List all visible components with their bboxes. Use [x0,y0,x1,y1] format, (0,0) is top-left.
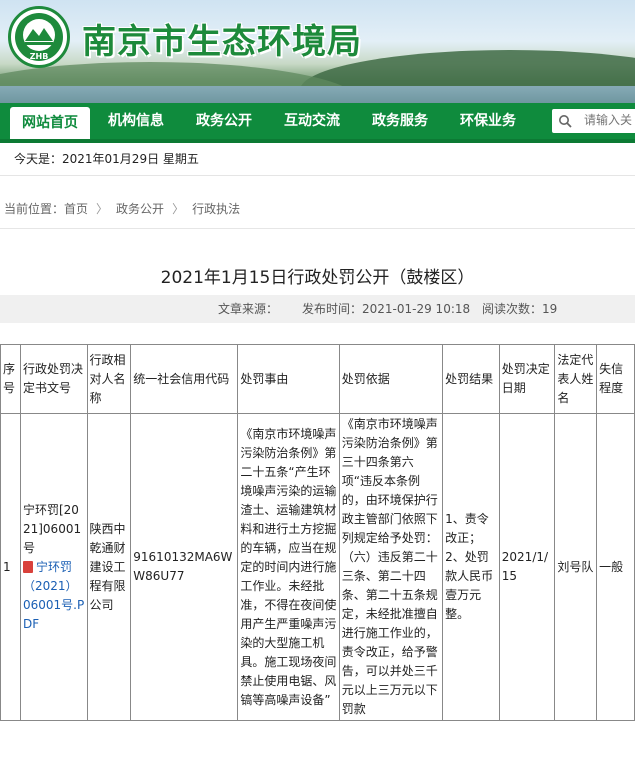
row-index: 1 [0,413,21,721]
pdf-link[interactable]: 宁环罚（2021）06001号.PDF [22,558,85,634]
credit-code: 91610132MA6WW86U77 [130,413,239,721]
article-view-count: 阅读次数：19 [482,302,558,316]
breadcrumb-item-home[interactable]: 首页 [64,200,88,217]
table-row: 1 宁环罚[2021]06001号 宁环罚（2021）06001号.PDF 陕西… [0,413,635,721]
logo-text: ZHB [30,52,49,61]
legal-representative: 刘号队 [554,413,598,721]
breadcrumb-separator: 〉 [172,202,185,216]
doc-number: 宁环罚[2021]06001号 [22,502,82,555]
table-header-cell: 失信程度 [596,344,635,414]
nav-item-gov-affairs[interactable]: 政务公开 [196,103,252,139]
table-header-cell: 行政相对人名称 [86,344,132,414]
penalty-table: 序号 行政处罚决定书文号 行政相对人名称 统一社会信用代码 处罚事由 处罚依据 … [0,344,635,721]
penalty-result: 1、责令改正；2、处罚款人民币壹万元整。 [442,413,500,721]
search-icon[interactable] [558,114,572,128]
table-header-cell: 行政处罚决定书文号 [19,344,88,414]
breadcrumb-label: 当前位置： [4,202,65,216]
decision-date: 2021/1/15 [498,413,556,721]
table-header-cell: 法定代表人姓名 [554,344,598,414]
article-title: 2021年1月15日行政处罚公开（鼓楼区） [160,268,475,288]
search-box [552,109,635,133]
severity: 一般 [596,413,635,721]
logo-emblem-icon: ZHB [15,13,63,61]
nav-item-env-business[interactable]: 环保业务 [460,103,516,139]
nav-item-home[interactable]: 网站首页 [10,107,90,139]
party-name: 陕西中乾通财建设工程有限公司 [86,413,132,721]
site-logo[interactable]: ZHB [8,6,70,68]
penalty-reason: 《南京市环境噪声污染防治条例》第二十五条“产生环境噪声污染的运输渣土、运输建筑材… [237,413,340,721]
table-header-cell: 处罚决定日期 [498,344,556,414]
nav-item-org-info[interactable]: 机构信息 [108,103,164,139]
penalty-basis: 《南京市环境噪声污染防治条例》第三十四条第六项“违反本条例的，由环境保护行政主管… [338,413,444,721]
search-input[interactable] [582,112,635,128]
article-publish-date: 发布时间：2021-01-29 10:18 [302,302,471,316]
date-bar: 今天是：2021年01月29日 星期五 [0,143,635,176]
breadcrumb-divider [0,228,635,229]
site-title: 南京市生态环境局 [82,22,362,62]
table-header-cell: 统一社会信用代码 [130,344,239,414]
header-banner: ZHB 南京市生态环境局 [0,0,635,103]
table-header-cell: 处罚结果 [442,344,500,414]
breadcrumb-item-enforcement[interactable]: 行政执法 [192,200,240,217]
banner-water [0,86,635,103]
table-header-cell: 处罚依据 [338,344,444,414]
table-header-cell: 序号 [0,344,21,414]
breadcrumb-separator: 〉 [96,202,109,216]
doc-number-cell: 宁环罚[2021]06001号 宁环罚（2021）06001号.PDF [19,413,88,721]
table-header-row: 序号 行政处罚决定书文号 行政相对人名称 统一社会信用代码 处罚事由 处罚依据 … [0,344,635,414]
nav-item-interaction[interactable]: 互动交流 [284,103,340,139]
table-header-cell: 处罚事由 [237,344,340,414]
pdf-icon [22,560,33,573]
breadcrumb-item-gov-affairs[interactable]: 政务公开 [116,200,164,217]
article-source: 文章来源： [218,302,279,316]
article-meta: 文章来源： 发布时间：2021-01-29 10:18 阅读次数：19 [0,295,635,323]
nav-item-gov-services[interactable]: 政务服务 [372,103,428,139]
main-nav: 网站首页 机构信息 政务公开 互动交流 政务服务 环保业务 [0,103,635,143]
breadcrumb: 当前位置：首页〉政务公开〉行政执法 [4,200,240,217]
